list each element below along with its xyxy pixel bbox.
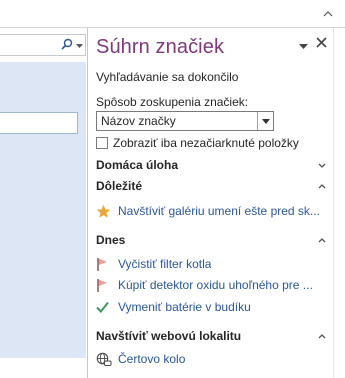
ribbon-strip (0, 0, 345, 28)
unchecked-only-label: Zobraziť iba nezačiarknuté položky (113, 136, 299, 150)
tag-item[interactable]: Kúpiť detektor oxidu uhoľného pre ... (96, 276, 328, 294)
tag-item-text: Vyčistiť filter kotla (118, 257, 212, 271)
section-important[interactable]: Dôležité (96, 178, 328, 194)
section-title: Navštíviť webovú lokalitu (96, 329, 242, 343)
chevron-down-icon[interactable] (316, 161, 328, 170)
chevron-up-icon[interactable] (316, 182, 328, 191)
group-by-label: Spôsob zoskupenia značiek: (96, 95, 249, 109)
page-title-field[interactable] (0, 112, 78, 134)
unchecked-only-checkbox[interactable] (96, 137, 108, 149)
tag-item-text: Kúpiť detektor oxidu uhoľného pre ... (118, 278, 313, 292)
tag-item[interactable]: Vyčistiť filter kotla (96, 255, 328, 273)
search-input[interactable] (0, 34, 86, 56)
group-by-dropdown[interactable]: Názov značky (96, 111, 274, 131)
tag-summary-pane: Súhrn značiek Vyhľadávanie sa dokončilo … (88, 28, 333, 378)
chevron-up-icon[interactable] (316, 236, 328, 245)
pane-title: Súhrn značiek (96, 36, 225, 58)
pane-footer (0, 358, 87, 378)
chevron-up-icon[interactable] (316, 332, 328, 341)
group-by-value: Názov značky (101, 114, 176, 128)
tag-item[interactable]: Navštíviť galériu umení ešte pred sk... (96, 202, 328, 220)
chevron-down-icon[interactable] (257, 112, 273, 130)
flag-icon (96, 257, 118, 272)
search-icon (61, 38, 73, 53)
search-button[interactable] (55, 37, 83, 53)
section-title: Domáca úloha (96, 158, 179, 172)
tag-item[interactable]: Čertovo kolo (96, 350, 328, 368)
globe-link-icon (96, 352, 118, 367)
section-title: Dôležité (96, 179, 143, 193)
section-visit-website[interactable]: Navštíviť webovú lokalitu (96, 328, 328, 344)
section-list (0, 62, 86, 378)
tag-item-text: Čertovo kolo (118, 352, 186, 366)
close-icon[interactable] (316, 36, 327, 52)
unchecked-only-option[interactable]: Zobraziť iba nezačiarknuté položky (96, 136, 299, 150)
section-title: Dnes (96, 233, 126, 247)
tag-item-text: Navštíviť galériu umení ešte pred sk... (118, 204, 320, 218)
section-today[interactable]: Dnes (96, 232, 328, 248)
notebook-pane (0, 28, 88, 378)
star-icon (96, 204, 118, 219)
pane-options-icon[interactable] (299, 42, 308, 52)
checkmark-icon (96, 301, 118, 313)
tag-item[interactable]: Vymeniť batérie v budíku (96, 298, 328, 316)
search-status: Vyhľadávanie sa dokončilo (96, 70, 239, 84)
section-homework[interactable]: Domáca úloha (96, 157, 328, 173)
vertical-scrollbar[interactable] (333, 28, 345, 378)
flag-icon (96, 278, 118, 293)
tag-item-text: Vymeniť batérie v budíku (118, 300, 251, 314)
chevron-up-icon[interactable] (320, 6, 336, 22)
search-dropdown-icon[interactable] (76, 38, 83, 52)
